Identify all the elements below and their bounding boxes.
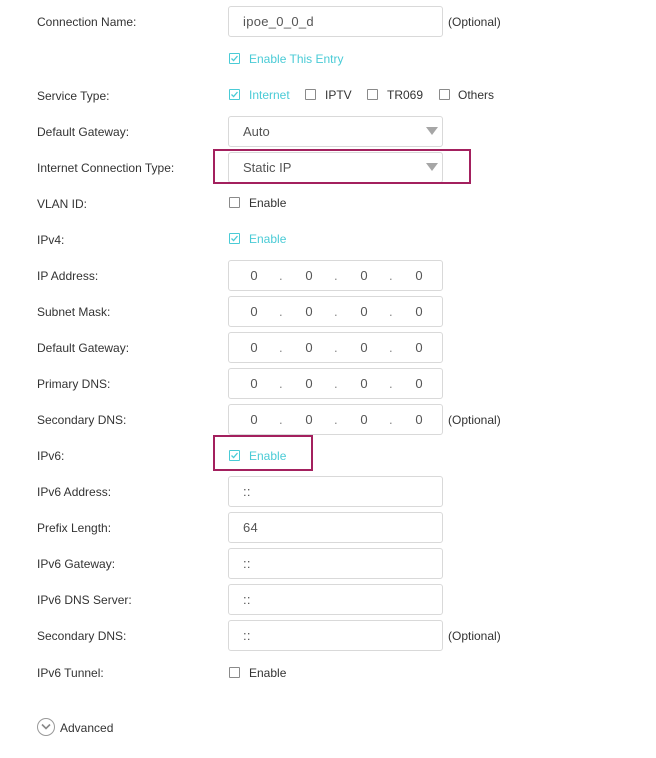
- secondary-dns-input[interactable]: 0 . 0 . 0 . 0: [228, 404, 443, 435]
- subnet-mask-input[interactable]: 0 . 0 . 0 . 0: [228, 296, 443, 327]
- vlan-enable-label[interactable]: Enable: [249, 196, 286, 210]
- default-gateway-ip-input[interactable]: 0 . 0 . 0 . 0: [228, 332, 443, 363]
- ipv6-dns-server-input[interactable]: ::: [228, 584, 443, 615]
- internet-connection-type-value: Static IP: [243, 160, 292, 175]
- caret-down-icon: [426, 127, 438, 135]
- service-internet-label[interactable]: Internet: [249, 88, 290, 102]
- ipv6-secondary-dns-input[interactable]: ::: [228, 620, 443, 651]
- ipv6-enable-checkbox[interactable]: [229, 450, 240, 461]
- ip-dot: .: [279, 268, 283, 283]
- default-gateway-select-label: Default Gateway:: [37, 125, 130, 139]
- ipv6-gateway-label: IPv6 Gateway:: [37, 557, 116, 571]
- ipv4-enable-checkbox[interactable]: [229, 233, 240, 244]
- ip-octet[interactable]: 0: [411, 340, 427, 355]
- ip-dot: .: [334, 412, 338, 427]
- service-others-checkbox[interactable]: [439, 89, 450, 100]
- enable-entry-checkbox[interactable]: [229, 53, 240, 64]
- ip-octet[interactable]: 0: [411, 304, 427, 319]
- service-iptv-checkbox[interactable]: [305, 89, 316, 100]
- ip-dot: .: [389, 268, 393, 283]
- ip-octet[interactable]: 0: [246, 412, 262, 427]
- ip-dot: .: [334, 304, 338, 319]
- primary-dns-label: Primary DNS:: [37, 377, 111, 391]
- ipv4-label: IPv4:: [37, 233, 65, 247]
- vlan-enable-checkbox[interactable]: [229, 197, 240, 208]
- ip-dot: .: [279, 340, 283, 355]
- ip-dot: .: [334, 340, 338, 355]
- ip-octet[interactable]: 0: [356, 376, 372, 391]
- ipv6-secondary-dns-optional: (Optional): [448, 629, 501, 643]
- ipv6-label: IPv6:: [37, 449, 65, 463]
- caret-down-icon: [426, 163, 438, 171]
- ip-octet[interactable]: 0: [246, 376, 262, 391]
- ip-octet[interactable]: 0: [301, 376, 317, 391]
- default-gateway-select[interactable]: Auto: [228, 116, 443, 147]
- ip-dot: .: [334, 268, 338, 283]
- ip-dot: .: [389, 412, 393, 427]
- connection-name-input[interactable]: ipoe_0_0_d: [228, 6, 443, 37]
- advanced-label: Advanced: [60, 721, 114, 735]
- ip-octet[interactable]: 0: [301, 304, 317, 319]
- service-tr069-checkbox[interactable]: [367, 89, 378, 100]
- prefix-length-input[interactable]: 64: [228, 512, 443, 543]
- secondary-dns-label: Secondary DNS:: [37, 413, 127, 427]
- connection-name-optional: (Optional): [448, 15, 501, 29]
- ip-octet[interactable]: 0: [411, 376, 427, 391]
- ipv6-dns-server-label: IPv6 DNS Server:: [37, 593, 132, 607]
- ip-dot: .: [279, 376, 283, 391]
- ipv6-tunnel-label: IPv6 Tunnel:: [37, 666, 104, 680]
- ipv6-tunnel-checkbox[interactable]: [229, 667, 240, 678]
- ip-dot: .: [389, 340, 393, 355]
- ip-dot: .: [279, 304, 283, 319]
- ip-octet[interactable]: 0: [356, 268, 372, 283]
- ip-dot: .: [389, 304, 393, 319]
- ipv6-tunnel-enable-label[interactable]: Enable: [249, 666, 286, 680]
- vlan-id-label: VLAN ID:: [37, 197, 88, 211]
- ipv6-secondary-dns-label: Secondary DNS:: [37, 629, 127, 643]
- ip-address-input[interactable]: 0 . 0 . 0 . 0: [228, 260, 443, 291]
- ip-octet[interactable]: 0: [356, 304, 372, 319]
- ip-octet[interactable]: 0: [411, 412, 427, 427]
- ip-octet[interactable]: 0: [301, 340, 317, 355]
- service-others-label[interactable]: Others: [458, 88, 494, 102]
- ip-octet[interactable]: 0: [356, 340, 372, 355]
- secondary-dns-optional: (Optional): [448, 413, 501, 427]
- enable-entry-label[interactable]: Enable This Entry: [249, 52, 344, 66]
- check-icon: [231, 235, 238, 242]
- ipv6-gateway-input[interactable]: ::: [228, 548, 443, 579]
- service-internet-checkbox[interactable]: [229, 89, 240, 100]
- ip-address-label: IP Address:: [37, 269, 99, 283]
- ip-dot: .: [279, 412, 283, 427]
- ip-octet[interactable]: 0: [356, 412, 372, 427]
- ip-octet[interactable]: 0: [301, 268, 317, 283]
- ip-octet[interactable]: 0: [301, 412, 317, 427]
- default-gateway-ip-label: Default Gateway:: [37, 341, 130, 355]
- internet-connection-type-select[interactable]: Static IP: [228, 152, 443, 183]
- ip-dot: .: [389, 376, 393, 391]
- ip-octet[interactable]: 0: [411, 268, 427, 283]
- subnet-mask-label: Subnet Mask:: [37, 305, 111, 319]
- check-icon: [231, 55, 238, 62]
- chevron-down-circle-icon: [37, 718, 55, 736]
- check-icon: [231, 452, 238, 459]
- service-iptv-label[interactable]: IPTV: [325, 88, 352, 102]
- ipv6-address-input[interactable]: ::: [228, 476, 443, 507]
- ip-octet[interactable]: 0: [246, 268, 262, 283]
- primary-dns-input[interactable]: 0 . 0 . 0 . 0: [228, 368, 443, 399]
- ipv6-enable-label[interactable]: Enable: [249, 449, 286, 463]
- ipv6-address-label: IPv6 Address:: [37, 485, 112, 499]
- ip-octet[interactable]: 0: [246, 340, 262, 355]
- ip-octet[interactable]: 0: [246, 304, 262, 319]
- ipv4-enable-label[interactable]: Enable: [249, 232, 286, 246]
- ip-dot: .: [334, 376, 338, 391]
- service-type-label: Service Type:: [37, 89, 110, 103]
- service-tr069-label[interactable]: TR069: [387, 88, 423, 102]
- prefix-length-label: Prefix Length:: [37, 521, 112, 535]
- connection-name-label: Connection Name:: [37, 15, 137, 29]
- internet-connection-type-label: Internet Connection Type:: [37, 161, 175, 175]
- default-gateway-select-value: Auto: [243, 124, 270, 139]
- check-icon: [231, 91, 238, 98]
